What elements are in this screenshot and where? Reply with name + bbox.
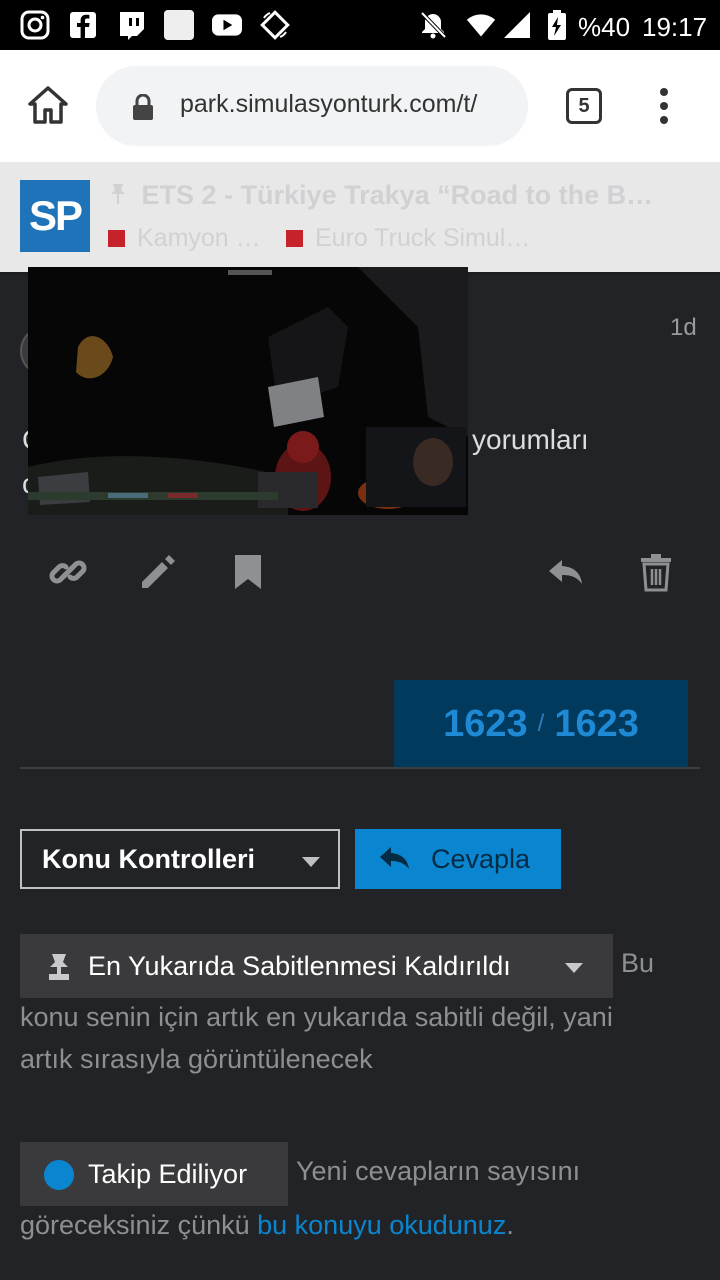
delete-icon[interactable] [636,552,676,592]
progress-separator: / [537,710,545,737]
reply-button[interactable]: Cevapla [355,829,561,889]
topic-controls-label: Konu Kontrolleri [42,843,255,874]
video-overlay[interactable] [28,267,468,515]
topic-controls-dropdown[interactable]: Konu Kontrolleri [20,829,340,889]
youtube-icon [212,10,242,40]
reply-button-label: Cevapla [431,843,531,874]
battery-icon [542,10,572,40]
category-color-badge [286,230,303,247]
address-bar[interactable]: park.simulasyonturk.com/t/ [96,66,528,146]
pin-status-label: En Yukarıda Sabitlenmesi Kaldırıldı [88,950,511,981]
progress-total: 1623 [554,702,639,745]
edit-icon[interactable] [138,552,178,592]
pin-description: Bu [621,948,655,978]
pin-description: artık sırasıyla görüntülenecek [20,1044,373,1074]
site-logo[interactable]: SP [20,180,90,252]
topic-progress[interactable]: 1623 / 1623 [394,680,688,768]
url-text: park.simulasyonturk.com/t/ [180,90,478,118]
reply-icon [379,845,411,873]
instagram-icon [20,10,50,40]
signal-icon [502,10,532,40]
tracking-dot-icon [44,1160,74,1190]
chevron-down-icon [302,857,320,867]
rotate-icon [260,10,290,40]
topic-title-text: ETS 2 - Türkiye Trakya “Road to the B… [141,180,654,210]
post-text-fragment: yorumları [472,424,589,455]
tab-switcher-button[interactable]: 5 [566,88,602,124]
blank-app-icon [164,10,194,40]
divider [20,767,700,769]
category-color-badge [108,230,125,247]
tracking-status-label: Takip Ediliyor [88,1158,248,1189]
bookmark-icon[interactable] [228,552,268,592]
clock: 19:17 [642,12,708,42]
topic-title[interactable]: ETS 2 - Türkiye Trakya “Road to the B… [108,180,698,211]
post-date[interactable]: 1d [670,314,697,342]
read-topic-link[interactable]: bu konuyu okudunuz [257,1210,506,1240]
tracking-status-dropdown[interactable]: Takip Ediliyor [20,1142,288,1206]
lock-icon [132,93,154,120]
chevron-down-icon [565,963,583,973]
category-crumb-1[interactable]: Kamyon … [108,224,261,253]
wifi-icon [466,10,496,40]
progress-current: 1623 [443,702,528,745]
battery-percent: %40 [578,12,631,42]
overflow-menu-icon[interactable] [652,86,676,126]
pin-status-dropdown[interactable]: En Yukarıda Sabitlenmesi Kaldırıldı [20,934,613,998]
bell-off-icon [418,10,448,40]
browser-toolbar: park.simulasyonturk.com/t/ 5 [0,50,720,162]
reply-icon[interactable] [546,552,586,592]
category-crumb-2[interactable]: Euro Truck Simul… [286,224,530,253]
topic-header: SP ETS 2 - Türkiye Trakya “Road to the B… [0,162,720,272]
twitch-icon [116,10,146,40]
pin-icon [108,180,142,210]
pin-description: konu senin için artık en yukarıda sabitl… [20,1002,613,1032]
tracking-description: göreceksiniz çünkü bu konuyu okudunuz. [20,1210,514,1240]
home-icon[interactable] [26,84,70,128]
facebook-icon [68,10,98,40]
tracking-description: Yeni cevapların sayısını [296,1156,581,1186]
status-bar: %40 19:17 [0,0,720,50]
pin-icon [46,952,72,982]
link-icon[interactable] [48,552,88,592]
